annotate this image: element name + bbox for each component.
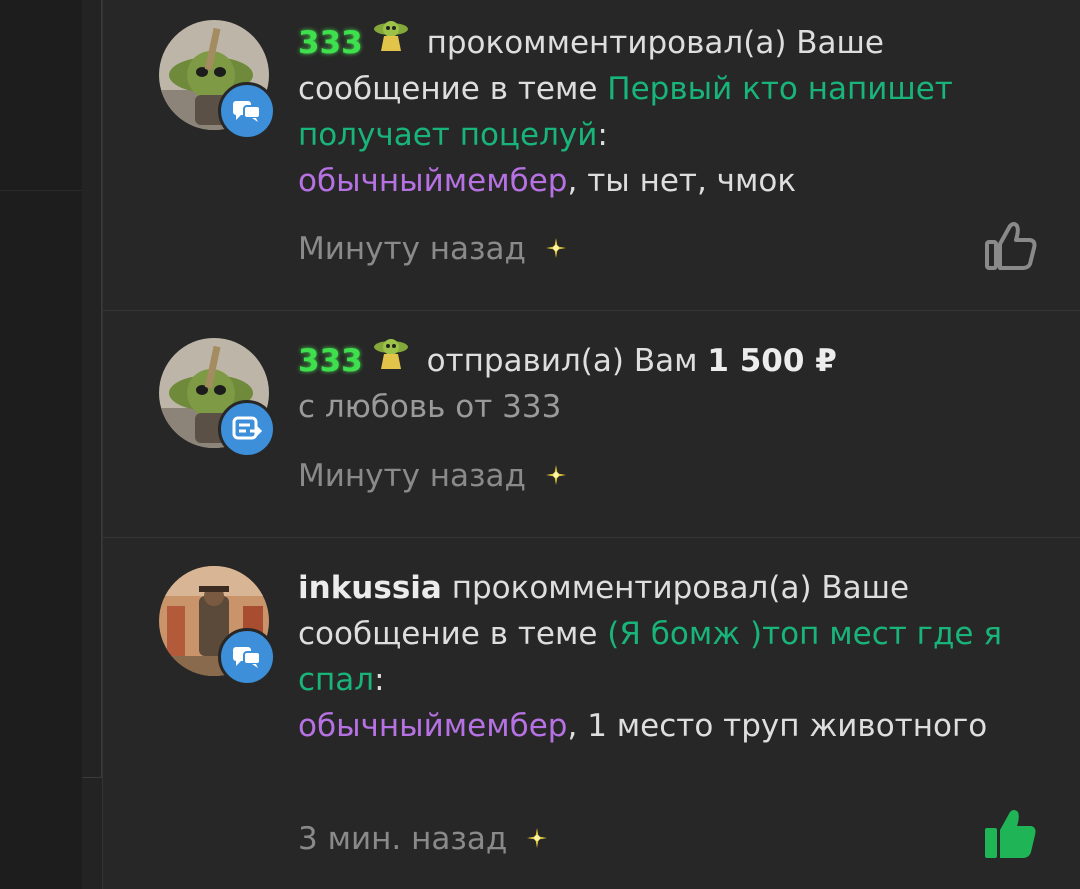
badge xyxy=(218,628,276,686)
notification-item[interactable]: inkussia прокомментировал(а) Ваше сообще… xyxy=(103,538,1080,889)
after-thread: : xyxy=(597,117,608,153)
transfer-note: с любовь от 333 xyxy=(298,389,562,425)
comment-icon xyxy=(233,647,261,668)
time-row: 3 мин. назад xyxy=(298,815,548,862)
yoda-icon xyxy=(373,335,409,382)
action-text: отправил(а) Вам xyxy=(426,343,698,379)
username[interactable]: inkussia xyxy=(298,570,442,606)
timestamp: Минуту назад xyxy=(298,458,526,494)
username[interactable]: 333 xyxy=(298,25,363,61)
time-row: Минуту назад xyxy=(298,453,566,499)
notification-item[interactable]: 333 прокомментировал(а) Ваше сообщение в… xyxy=(103,0,1080,311)
message-text: , ты нет, чмок xyxy=(567,163,797,199)
timestamp: Минуту назад xyxy=(298,231,526,267)
sparkle-icon xyxy=(545,452,566,498)
notification-item[interactable]: 333 отправил(а) Вам 1 500 ₽ с любовь от … xyxy=(103,311,1080,538)
notification-list: 333 прокомментировал(а) Ваше сообщение в… xyxy=(102,0,1080,889)
username[interactable]: 333 xyxy=(298,343,363,379)
notifications-screen: 333 прокомментировал(а) Ваше сообщение в… xyxy=(0,0,1080,889)
mention-link[interactable]: обычныймембер xyxy=(298,163,567,199)
sparkle-icon xyxy=(527,815,548,861)
yoda-icon xyxy=(373,17,409,64)
left-gutter xyxy=(0,0,82,889)
sparkle-icon xyxy=(545,225,566,271)
side-panel-edge xyxy=(82,0,102,778)
after-thread: : xyxy=(374,662,385,698)
like-button[interactable] xyxy=(983,806,1039,862)
badge xyxy=(218,400,276,458)
mention-link[interactable]: обычныймембер xyxy=(298,708,567,744)
transfer-icon xyxy=(232,416,262,440)
timestamp: 3 мин. назад xyxy=(298,821,508,857)
message-text: , 1 место труп животного xyxy=(567,708,988,744)
badge xyxy=(218,82,276,140)
gutter-divider xyxy=(0,190,82,191)
comment-icon xyxy=(233,101,261,122)
like-button[interactable] xyxy=(983,218,1039,274)
thumbs-up-icon xyxy=(985,810,1036,858)
notification-text: 333 отправил(а) Вам 1 500 ₽ с любовь от … xyxy=(298,338,1038,430)
notification-text: inkussia прокомментировал(а) Ваше сообще… xyxy=(298,565,1038,749)
amount: 1 500 ₽ xyxy=(707,343,837,379)
thumbs-up-icon xyxy=(985,222,1037,270)
notification-text: 333 прокомментировал(а) Ваше сообщение в… xyxy=(298,20,1038,204)
time-row: Минуту назад xyxy=(298,226,566,272)
